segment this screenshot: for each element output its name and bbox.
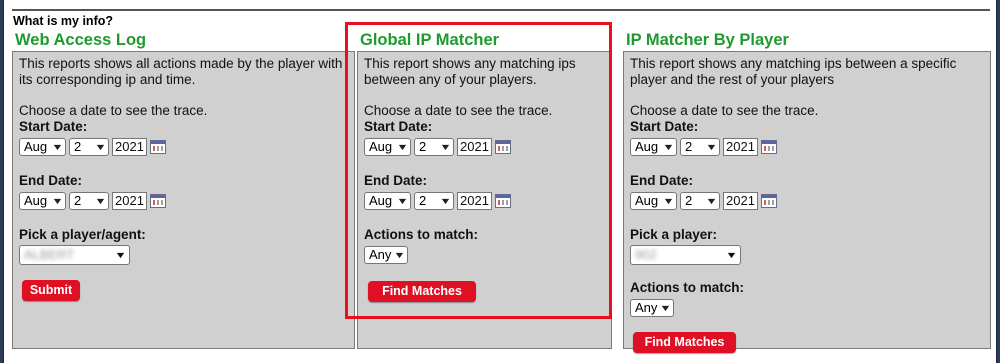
start-date-label: Start Date: [630, 119, 699, 134]
end-date-row: Aug ▼ 2 ▼ 2021 [19, 191, 348, 211]
chevron-down-icon: ▼ [705, 196, 718, 206]
divider [12, 9, 990, 11]
actions-select[interactable]: Any ▼ [630, 299, 674, 317]
calendar-icon[interactable] [761, 194, 777, 208]
find-matches-button[interactable]: Find Matches [633, 332, 736, 353]
start-day-select[interactable]: 2 ▼ [680, 138, 720, 156]
chevron-down-icon: ▼ [94, 142, 107, 152]
calendar-icon[interactable] [150, 140, 166, 154]
calendar-icon[interactable] [150, 194, 166, 208]
player-label: Pick a player/agent: [19, 227, 146, 242]
chevron-down-icon: ▼ [705, 142, 718, 152]
submit-button[interactable]: Submit [22, 280, 80, 301]
ip-matcher-by-player-panel: This report shows any matching ips betwe… [623, 51, 991, 353]
start-date-row: Aug ▼ 2 ▼ 2021 [19, 137, 348, 157]
ip-matcher-by-player-title: IP Matcher By Player [626, 31, 789, 49]
ip-matcher-by-player-description: This report shows any matching ips betwe… [630, 56, 957, 87]
chevron-down-icon: ▼ [662, 196, 675, 206]
end-date-label: End Date: [19, 173, 83, 188]
actions-row: Any ▼ [630, 298, 984, 318]
chevron-down-icon: ▼ [662, 142, 675, 152]
end-year-input[interactable]: 2021 [723, 192, 758, 210]
chevron-down-icon: ▼ [114, 250, 127, 260]
player-select[interactable]: ALBERT ▼ [19, 245, 130, 265]
ip-matcher-by-player-section: IP Matcher By Player This report shows a… [623, 30, 991, 353]
end-day-select[interactable]: 2 ▼ [69, 192, 109, 210]
start-month-select[interactable]: Aug ▼ [19, 138, 66, 156]
web-access-log-panel: This reports shows all actions made by t… [12, 51, 355, 349]
start-month-select[interactable]: Aug ▼ [630, 138, 677, 156]
web-access-log-title: Web Access Log [15, 31, 147, 49]
start-year-input[interactable]: 2021 [723, 138, 758, 156]
start-date-label: Start Date: [19, 119, 88, 134]
chevron-down-icon: ▼ [51, 196, 64, 206]
player-label: Pick a player: [630, 227, 718, 242]
choose-date-text: Choose a date to see the trace. [630, 103, 819, 118]
end-year-input[interactable]: 2021 [112, 192, 147, 210]
end-month-select[interactable]: Aug ▼ [630, 192, 677, 210]
start-day-select[interactable]: 2 ▼ [69, 138, 109, 156]
actions-label: Actions to match: [630, 280, 745, 295]
end-day-select[interactable]: 2 ▼ [680, 192, 720, 210]
chevron-down-icon: ▼ [51, 142, 64, 152]
start-date-row: Aug ▼ 2 ▼ 2021 [630, 137, 984, 157]
end-month-select[interactable]: Aug ▼ [19, 192, 66, 210]
section-heading: What is my info? [13, 14, 113, 28]
chevron-down-icon: ▼ [94, 196, 107, 206]
player-select[interactable]: 902 ▼ [630, 245, 741, 265]
start-year-input[interactable]: 2021 [112, 138, 147, 156]
chevron-down-icon: ▼ [725, 250, 738, 260]
calendar-icon[interactable] [761, 140, 777, 154]
chevron-down-icon: ▼ [659, 303, 673, 313]
highlight-box [345, 22, 612, 319]
choose-date-text: Choose a date to see the trace. [19, 103, 208, 118]
web-access-log-section: Web Access Log This reports shows all ac… [12, 30, 355, 349]
end-date-label: End Date: [630, 173, 694, 188]
web-access-log-description: This reports shows all actions made by t… [19, 56, 343, 87]
end-date-row: Aug ▼ 2 ▼ 2021 [630, 191, 984, 211]
